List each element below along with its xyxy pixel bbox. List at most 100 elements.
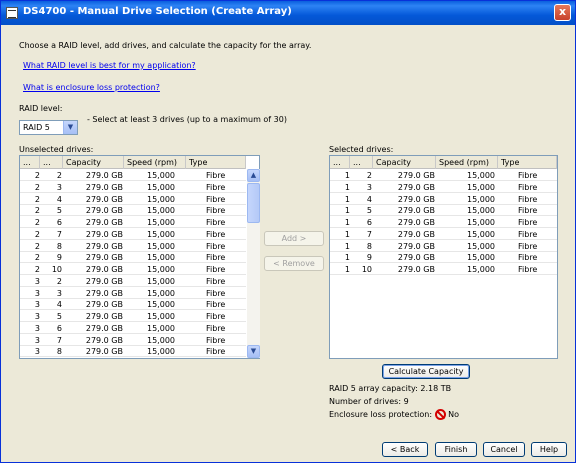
cell-speed: 15,000 xyxy=(147,312,175,321)
cell-enclosure: 1 xyxy=(344,229,350,239)
add-drive-button[interactable]: Add > xyxy=(264,231,324,246)
table-row[interactable]: 2 5 279.0 GB 15,000 Fibre xyxy=(20,205,246,217)
enclosure-help-link[interactable]: What is enclosure loss protection? xyxy=(23,83,160,92)
remove-drive-button[interactable]: < Remove xyxy=(264,256,324,271)
cell-type: Fibre xyxy=(206,288,226,298)
table-row[interactable]: 3 4 279.0 GB 15,000 Fibre xyxy=(20,299,246,311)
cell-capacity: 279.0 GB xyxy=(85,241,123,251)
column-header-enclosure[interactable]: ... xyxy=(20,156,40,169)
back-button[interactable]: < Back xyxy=(382,442,428,457)
cell-enclosure: 3 xyxy=(34,347,40,357)
table-row[interactable]: 1 10 279.0 GB 15,000 Fibre xyxy=(330,264,557,275)
cell-speed: 15,000 xyxy=(467,253,495,263)
cell-capacity: 279.0 GB xyxy=(85,171,123,180)
no-icon xyxy=(434,409,446,420)
close-button[interactable]: x xyxy=(554,4,571,21)
cell-slot: 8 xyxy=(56,347,62,357)
table-row[interactable]: 3 6 279.0 GB 15,000 Fibre xyxy=(20,323,246,334)
table-row[interactable]: 2 7 279.0 GB 15,000 Fibre xyxy=(20,229,246,240)
cell-capacity: 279.0 GB xyxy=(397,241,435,251)
table-row[interactable]: 2 2 279.0 GB 15,000 Fibre xyxy=(20,170,246,181)
cell-capacity: 279.0 GB xyxy=(85,312,123,321)
cell-enclosure: 2 xyxy=(34,206,40,216)
table-row[interactable]: 3 5 279.0 GB 15,000 Fibre xyxy=(20,311,246,322)
column-header-capacity[interactable]: Capacity xyxy=(63,156,124,169)
cancel-button[interactable]: Cancel xyxy=(483,442,525,457)
scroll-down-icon[interactable]: ▼ xyxy=(247,345,260,358)
raid-help-link[interactable]: What RAID level is best for my applicati… xyxy=(23,61,196,70)
cell-capacity: 279.0 GB xyxy=(85,335,123,345)
cell-type: Fibre xyxy=(518,194,538,204)
table-row[interactable]: 1 3 279.0 GB 15,000 Fibre xyxy=(330,182,557,193)
column-header-speed[interactable]: Speed (rpm) xyxy=(436,156,498,169)
finish-button[interactable]: Finish xyxy=(435,442,477,457)
table-row[interactable]: 1 5 279.0 GB 15,000 Fibre xyxy=(330,205,557,217)
cell-capacity: 279.0 GB xyxy=(85,194,123,204)
cell-type: Fibre xyxy=(206,276,226,286)
cell-enclosure: 2 xyxy=(34,253,40,263)
table-row[interactable]: 3 8 279.0 GB 15,000 Fibre xyxy=(20,346,246,358)
cell-type: Fibre xyxy=(206,347,226,357)
cell-speed: 15,000 xyxy=(467,265,495,274)
cell-slot: 5 xyxy=(56,206,62,216)
cell-enclosure: 1 xyxy=(344,218,350,227)
cell-speed: 15,000 xyxy=(467,182,495,192)
table-row[interactable]: 3 3 279.0 GB 15,000 Fibre xyxy=(20,288,246,299)
help-button[interactable]: Help xyxy=(531,442,567,457)
table-row[interactable]: 2 3 279.0 GB 15,000 Fibre xyxy=(20,182,246,193)
column-header-slot[interactable]: ... xyxy=(350,156,373,169)
cell-enclosure: 1 xyxy=(344,171,350,180)
cell-capacity: 279.0 GB xyxy=(85,182,123,192)
cell-speed: 15,000 xyxy=(467,229,495,239)
cell-slot: 4 xyxy=(56,300,62,310)
table-row[interactable]: 1 7 279.0 GB 15,000 Fibre xyxy=(330,229,557,240)
cell-speed: 15,000 xyxy=(147,206,175,216)
column-header-enclosure[interactable]: ... xyxy=(330,156,350,169)
cell-slot: 2 xyxy=(366,171,372,180)
column-header-type[interactable]: Type xyxy=(498,156,557,169)
cell-slot: 6 xyxy=(56,323,62,333)
cell-slot: 3 xyxy=(56,288,62,298)
table-header: ... ... Capacity Speed (rpm) Type xyxy=(330,156,557,169)
cell-enclosure: 2 xyxy=(34,218,40,227)
cell-enclosure: 1 xyxy=(344,253,350,263)
table-row[interactable]: 2 10 279.0 GB 15,000 Fibre xyxy=(20,264,246,275)
array-capacity-text: RAID 5 array capacity: 2.18 TB xyxy=(329,384,452,393)
unselected-scrollbar[interactable]: ▲ ▼ xyxy=(247,169,260,358)
table-row[interactable]: 2 4 279.0 GB 15,000 Fibre xyxy=(20,194,246,205)
table-row[interactable]: 2 8 279.0 GB 15,000 Fibre xyxy=(20,241,246,252)
column-header-slot[interactable]: ... xyxy=(40,156,63,169)
selected-drives-table[interactable]: ... ... Capacity Speed (rpm) Type 1 2 279.… xyxy=(329,155,558,359)
cell-slot: 6 xyxy=(366,218,372,227)
cell-speed: 15,000 xyxy=(467,194,495,204)
table-row[interactable]: 1 9 279.0 GB 15,000 Fibre xyxy=(330,252,557,264)
unselected-drives-table[interactable]: ... ... Capacity Speed (rpm) Type 2 2 279.… xyxy=(19,155,260,359)
column-header-capacity[interactable]: Capacity xyxy=(373,156,436,169)
scroll-up-icon[interactable]: ▲ xyxy=(247,169,260,182)
table-row[interactable]: 2 9 279.0 GB 15,000 Fibre xyxy=(20,252,246,264)
cell-type: Fibre xyxy=(518,218,538,227)
cell-slot: 5 xyxy=(56,312,62,321)
table-row[interactable]: 1 2 279.0 GB 15,000 Fibre xyxy=(330,170,557,181)
cell-capacity: 279.0 GB xyxy=(397,182,435,192)
table-row[interactable]: 2 6 279.0 GB 15,000 Fibre xyxy=(20,217,246,228)
scroll-thumb[interactable] xyxy=(247,183,260,223)
cell-type: Fibre xyxy=(206,171,226,180)
table-row[interactable]: 3 7 279.0 GB 15,000 Fibre xyxy=(20,335,246,346)
column-header-type[interactable]: Type xyxy=(186,156,246,169)
table-row[interactable]: 1 4 279.0 GB 15,000 Fibre xyxy=(330,194,557,205)
cell-speed: 15,000 xyxy=(147,171,175,180)
column-header-speed[interactable]: Speed (rpm) xyxy=(124,156,186,169)
cell-slot: 3 xyxy=(56,182,62,192)
raid-level-select[interactable]: RAID 5 ▼ xyxy=(19,120,78,135)
table-row[interactable]: 1 8 279.0 GB 15,000 Fibre xyxy=(330,241,557,252)
cell-capacity: 279.0 GB xyxy=(85,276,123,286)
table-row[interactable]: 3 2 279.0 GB 15,000 Fibre xyxy=(20,276,246,287)
cell-capacity: 279.0 GB xyxy=(85,300,123,310)
cell-capacity: 279.0 GB xyxy=(85,206,123,216)
cell-capacity: 279.0 GB xyxy=(397,229,435,239)
calculate-capacity-button[interactable]: Calculate Capacity xyxy=(382,364,470,379)
table-row[interactable]: 1 6 279.0 GB 15,000 Fibre xyxy=(330,217,557,228)
chevron-down-icon[interactable]: ▼ xyxy=(63,121,77,134)
cell-slot: 9 xyxy=(366,253,372,263)
